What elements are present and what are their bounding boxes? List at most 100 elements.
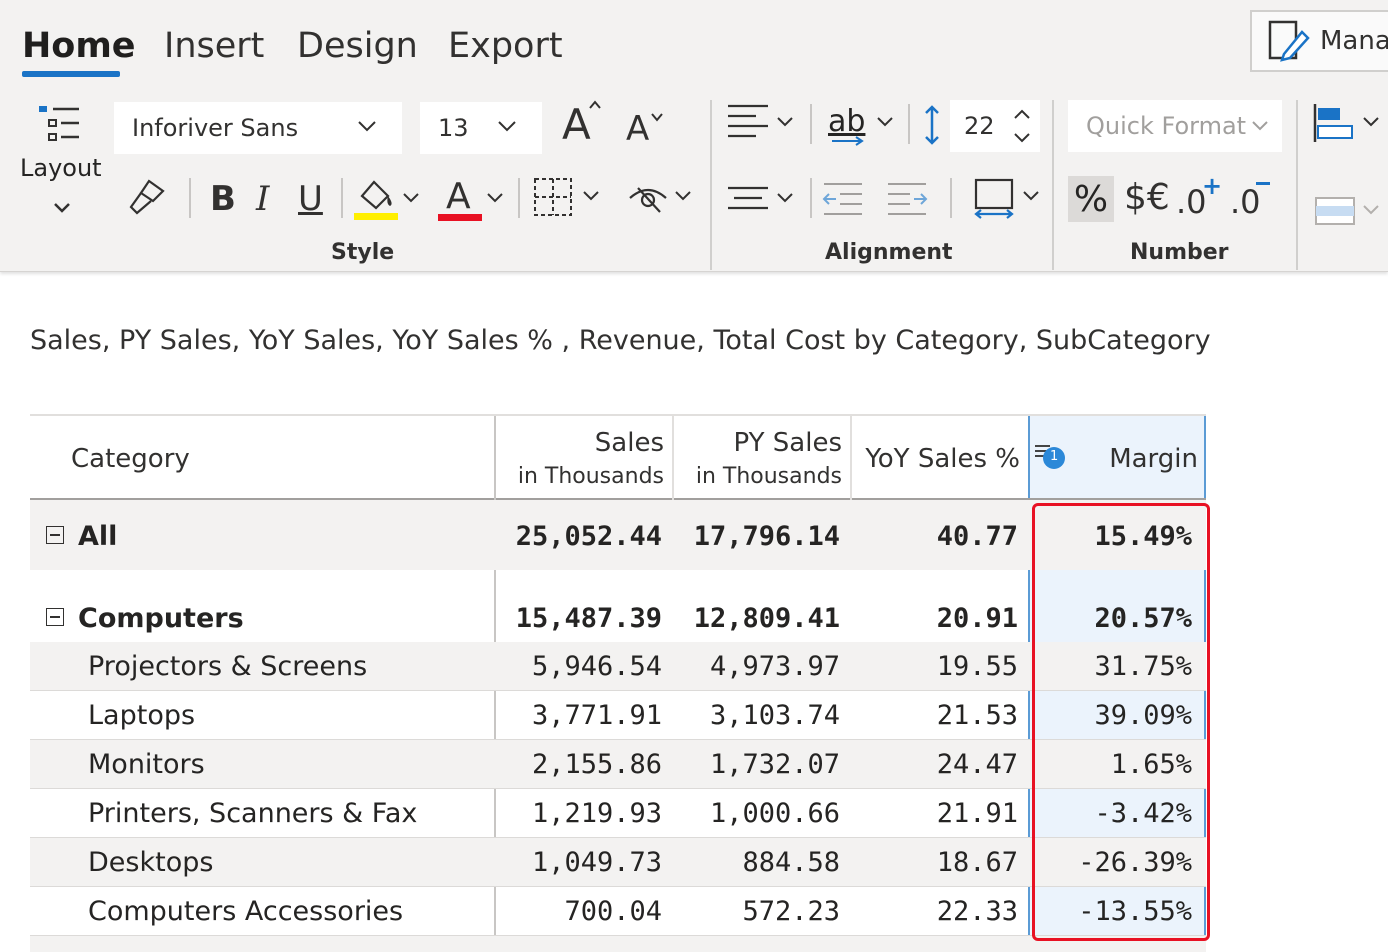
wrap-text-button[interactable]: ab xyxy=(828,104,865,139)
tab-insert[interactable]: Insert xyxy=(164,24,264,68)
collapse-icon[interactable] xyxy=(46,526,64,544)
table-row[interactable]: Monitors 2,155.86 1,732.07 24.47 1.65% xyxy=(30,740,1206,789)
font-color-bar xyxy=(438,214,482,221)
chevron-down-icon[interactable] xyxy=(402,192,420,204)
chevron-down-icon[interactable] xyxy=(1362,204,1380,216)
stepper-arrows-icon[interactable] xyxy=(1012,106,1032,146)
tab-home[interactable]: Home xyxy=(22,24,136,68)
tab-export[interactable]: Export xyxy=(448,24,563,68)
cell-yoy: 19.55 xyxy=(936,651,1018,682)
row-category: Printers, Scanners & Fax xyxy=(88,798,418,829)
row-height-value: 22 xyxy=(964,112,995,140)
quick-format-dropdown[interactable]: Quick Format xyxy=(1068,100,1282,152)
chevron-down-icon[interactable] xyxy=(776,192,794,204)
cell-yoy: 24.47 xyxy=(936,749,1018,780)
borders-icon[interactable] xyxy=(532,176,574,218)
table-row[interactable]: Printers, Scanners & Fax 1,219.93 1,000.… xyxy=(30,789,1206,838)
table-row[interactable]: Laptops 3,771.91 3,103.74 21.53 39.09% xyxy=(30,691,1206,740)
chevron-down-icon[interactable] xyxy=(1022,190,1040,202)
wrap-text-label: ab xyxy=(828,104,866,139)
toolbar-divider xyxy=(518,178,520,218)
chevron-down-icon[interactable] xyxy=(486,192,504,204)
cell-sales: 15,487.39 xyxy=(515,603,662,634)
header-py-sales[interactable]: PY Sales in Thousands xyxy=(674,416,850,500)
cell-py-sales: 1,000.66 xyxy=(709,798,840,829)
underline-button[interactable]: U xyxy=(298,182,323,216)
column-divider xyxy=(672,416,674,500)
chevron-down-icon[interactable] xyxy=(582,190,600,202)
tab-design[interactable]: Design xyxy=(297,24,418,68)
format-painter-icon[interactable] xyxy=(126,176,168,218)
bold-button[interactable]: B xyxy=(210,182,236,216)
increase-indent-icon[interactable] xyxy=(886,180,928,218)
table-row-computers[interactable]: Computers 15,487.39 12,809.41 20.91 20.5… xyxy=(30,594,1206,642)
cell-yoy: 40.77 xyxy=(936,521,1018,552)
font-family-dropdown[interactable]: Inforiver Sans xyxy=(114,102,402,154)
column-width-icon[interactable] xyxy=(972,176,1020,220)
italic-button[interactable]: I xyxy=(256,182,269,216)
header-margin-label: Margin xyxy=(1109,444,1198,474)
cell-py-sales: 3,103.74 xyxy=(709,700,840,731)
toolbar-divider xyxy=(908,104,910,144)
header-py-sales-unit: in Thousands xyxy=(695,464,842,489)
caret-up-icon xyxy=(589,100,601,109)
table-row-partial xyxy=(30,936,1206,952)
fill-color-icon[interactable] xyxy=(352,176,400,222)
header-yoy-sales-pct[interactable]: YoY Sales % xyxy=(852,416,1028,500)
increase-font-size-button[interactable]: A xyxy=(562,104,591,146)
chevron-down-icon[interactable] xyxy=(1362,116,1380,128)
header-py-sales-label: PY Sales xyxy=(733,428,842,458)
header-sales-unit: in Thousands xyxy=(517,464,664,489)
cell-py-sales: 4,973.97 xyxy=(709,651,840,682)
alignment-group-label: Alignment xyxy=(825,240,953,265)
font-family-value: Inforiver Sans xyxy=(132,114,299,142)
chevron-down-icon xyxy=(1252,121,1268,131)
decrease-indent-icon[interactable] xyxy=(822,180,864,218)
align-center-icon[interactable] xyxy=(726,178,770,218)
font-size-dropdown[interactable]: 13 xyxy=(420,102,542,154)
decrease-decimal-label: .0 xyxy=(1230,183,1261,221)
row-category: Monitors xyxy=(88,749,205,780)
collapse-icon[interactable] xyxy=(46,608,64,626)
header-sales-label: Sales xyxy=(594,428,664,458)
cell-py-sales: 884.58 xyxy=(742,847,840,878)
align-left-icon[interactable] xyxy=(726,102,770,142)
chevron-down-icon[interactable] xyxy=(876,116,894,128)
header-sales[interactable]: Sales in Thousands xyxy=(496,416,672,500)
cell-layout-icon[interactable] xyxy=(1314,196,1356,226)
chevron-down-icon xyxy=(498,121,516,132)
cell-py-sales: 572.23 xyxy=(742,896,840,927)
report-subtitle: Sales, PY Sales, YoY Sales, YoY Sales % … xyxy=(30,325,1211,356)
table-row[interactable]: Desktops 1,049.73 884.58 18.67 -26.39% xyxy=(30,838,1206,887)
chevron-down-icon xyxy=(358,121,376,132)
hide-eye-icon[interactable] xyxy=(626,180,670,216)
decrease-decimal-button[interactable]: .0 xyxy=(1230,186,1261,218)
style-group-label: Style xyxy=(331,240,395,265)
layout-chevron-down-icon[interactable] xyxy=(50,198,74,218)
decrease-font-size-button[interactable]: A xyxy=(626,112,649,146)
toolbar-divider xyxy=(189,178,191,218)
manage-button[interactable]: Manag xyxy=(1250,10,1388,72)
table-row[interactable]: Computers Accessories 700.04 572.23 22.3… xyxy=(30,887,1206,936)
edit-document-icon xyxy=(1268,20,1310,62)
header-category[interactable]: Category xyxy=(30,416,494,500)
italic-label: I xyxy=(256,179,270,219)
position-icon[interactable] xyxy=(1312,102,1356,144)
currency-format-button[interactable]: $€ xyxy=(1124,180,1170,216)
font-color-button[interactable]: A xyxy=(436,176,484,222)
table-row[interactable]: Projectors & Screens 5,946.54 4,973.97 1… xyxy=(30,642,1206,691)
chevron-down-icon[interactable] xyxy=(674,190,692,202)
toolbar-divider xyxy=(810,178,812,218)
group-divider xyxy=(710,100,712,270)
percent-format-button[interactable]: % xyxy=(1068,176,1114,222)
cell-yoy: 22.33 xyxy=(936,896,1018,927)
sort-indicator-icon[interactable]: 1 xyxy=(1034,440,1068,476)
row-height-stepper[interactable]: 22 xyxy=(950,100,1040,152)
layout-icon[interactable] xyxy=(36,104,82,146)
cell-sales: 700.04 xyxy=(564,896,662,927)
manage-button-label: Manag xyxy=(1320,26,1388,56)
font-color-letter: A xyxy=(446,176,471,217)
layout-label[interactable]: Layout xyxy=(20,154,102,182)
table-row-all[interactable]: All 25,052.44 17,796.14 40.77 15.49% xyxy=(30,500,1206,570)
chevron-down-icon[interactable] xyxy=(776,116,794,128)
